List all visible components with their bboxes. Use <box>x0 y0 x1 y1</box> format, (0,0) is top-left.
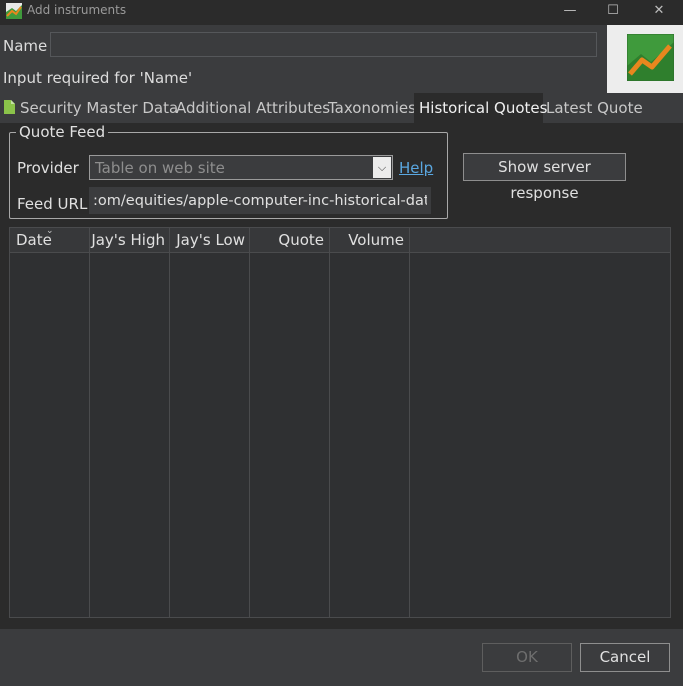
show-server-response-button[interactable]: Show server response <box>463 153 626 202</box>
quote-feed-legend: Quote Feed <box>16 124 109 141</box>
tab-taxonomies[interactable]: Taxonomies <box>328 93 416 123</box>
title-bar: Add instruments — ☐ ✕ <box>0 0 683 25</box>
column-divider <box>169 253 170 617</box>
ok-button[interactable]: OK <box>482 643 572 672</box>
chart-line-icon <box>627 34 674 81</box>
minimize-icon[interactable]: — <box>547 0 593 25</box>
table-header: ⌄ Date Jay's High Jay's Low Quote Volume <box>10 228 670 253</box>
feed-url-label: Feed URL <box>17 195 88 213</box>
column-header-date[interactable]: ⌄ Date <box>10 228 90 252</box>
column-divider <box>249 253 250 617</box>
historical-quotes-panel: Quote Feed Provider Table on web site ⌵ … <box>0 123 683 629</box>
column-header-quote[interactable]: Quote <box>250 228 330 252</box>
close-icon[interactable]: ✕ <box>636 0 682 25</box>
dialog-footer: OK Cancel <box>0 629 683 686</box>
name-label: Name <box>3 37 48 55</box>
column-header-days-low[interactable]: Jay's Low <box>170 228 250 252</box>
chart-line-icon <box>6 3 22 19</box>
maximize-icon[interactable]: ☐ <box>590 0 636 25</box>
tab-security-master-data[interactable]: Security Master Data <box>4 93 178 123</box>
column-header-volume[interactable]: Volume <box>330 228 410 252</box>
chevron-down-icon[interactable]: ⌵ <box>373 157 391 178</box>
cancel-button[interactable]: Cancel <box>580 643 670 672</box>
help-link[interactable]: Help <box>399 159 433 177</box>
header: Name Input required for 'Name' <box>0 25 683 93</box>
sort-caret-icon: ⌄ <box>46 228 54 236</box>
tab-historical-quotes[interactable]: Historical Quotes <box>414 93 547 123</box>
column-divider <box>329 253 330 617</box>
column-divider <box>409 253 410 617</box>
document-icon <box>4 100 15 114</box>
tab-label: Security Master Data <box>20 99 179 117</box>
window-title: Add instruments <box>27 3 127 17</box>
tab-bar: Security Master Data Additional Attribut… <box>0 93 683 123</box>
feed-url-input[interactable] <box>89 187 431 214</box>
provider-value: Table on web site <box>95 159 225 177</box>
validation-message: Input required for 'Name' <box>3 69 193 87</box>
tab-label: Taxonomies <box>328 99 416 117</box>
column-divider <box>89 253 90 617</box>
tab-label: Latest Quote <box>546 99 643 117</box>
quotes-table: ⌄ Date Jay's High Jay's Low Quote Volume <box>9 227 671 618</box>
name-input[interactable] <box>50 32 597 57</box>
provider-label: Provider <box>17 159 79 177</box>
tab-label: Historical Quotes <box>419 99 548 117</box>
column-header-days-high[interactable]: Jay's High <box>90 228 170 252</box>
tab-additional-attributes[interactable]: Additional Attributes <box>176 93 330 123</box>
tab-latest-quote[interactable]: Latest Quote <box>546 93 643 123</box>
logo <box>607 25 683 93</box>
provider-select[interactable]: Table on web site ⌵ <box>89 155 393 180</box>
tab-label: Additional Attributes <box>176 99 331 117</box>
